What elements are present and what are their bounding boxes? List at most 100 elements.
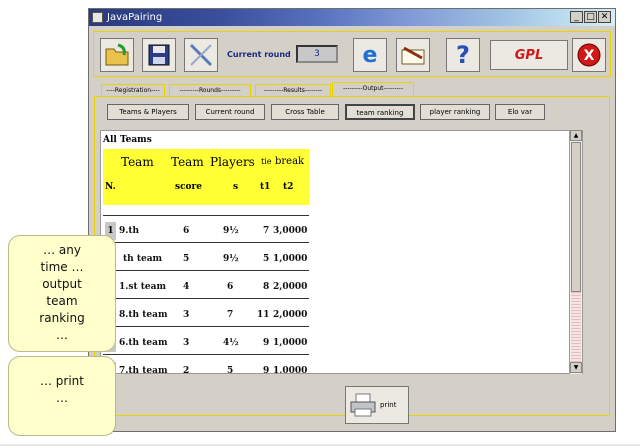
minimize-button[interactable]: _ (570, 11, 583, 23)
help-button[interactable]: ? (446, 38, 480, 72)
row-divider (103, 242, 309, 243)
scrollbar-track[interactable] (571, 292, 581, 362)
team-name: 6.th team (119, 338, 168, 348)
team-score: 4 (183, 282, 190, 292)
current-round-label: Current round (227, 50, 291, 59)
row-divider (103, 298, 309, 299)
toolbar: Current round 3 e ? GPL X (93, 31, 611, 77)
document-edit-icon (401, 46, 425, 65)
tiebreak-t1: 8 (263, 282, 270, 292)
tiebreak-t2: 3,0000 (273, 226, 308, 236)
tiebreak-t2: 1,0000 (273, 366, 308, 374)
header-break: break (275, 156, 305, 167)
callout-line: … (56, 391, 68, 405)
ranking-table-view[interactable]: All Teams Team Team Players tie break N.… (100, 130, 583, 374)
header-score: score (175, 182, 203, 192)
player-score: 5 (227, 366, 234, 374)
svg-text:X: X (584, 48, 595, 64)
ranking-callout: … any time … output team ranking … (8, 235, 116, 352)
callout-line: … print (39, 374, 84, 388)
team-ranking-button[interactable]: team ranking (345, 104, 415, 120)
callout-line: … any (43, 243, 81, 257)
tools-button[interactable] (184, 38, 218, 72)
scrollbar-thumb[interactable] (571, 142, 581, 292)
team-name: th team (123, 254, 163, 264)
edit-document-button[interactable] (396, 38, 430, 72)
app-icon (92, 12, 103, 23)
scroll-up-arrow-icon[interactable]: ▲ (570, 130, 582, 141)
exit-icon: X (577, 43, 601, 67)
internet-explorer-icon: e (362, 42, 378, 68)
exit-button[interactable]: X (572, 38, 606, 72)
team-score: 5 (183, 254, 190, 264)
row-divider (103, 326, 309, 327)
floppy-disk-icon (148, 44, 170, 66)
header-tie: tie (261, 157, 272, 166)
elo-var-button[interactable]: Elo var (495, 104, 545, 120)
vertical-scrollbar[interactable]: ▲ ▼ (569, 130, 582, 374)
tab-registration[interactable]: ----Registration---- (101, 84, 165, 96)
callout-line: team (46, 294, 78, 308)
player-score: 7 (227, 310, 234, 320)
open-folder-icon (105, 43, 129, 66)
tiebreak-t1: 9 (263, 338, 270, 348)
maximize-button[interactable]: □ (584, 11, 597, 23)
row-divider (103, 354, 309, 355)
player-score: 6 (227, 282, 234, 292)
team-score: 3 (183, 310, 190, 320)
team-score: 6 (183, 226, 190, 236)
callout-line: ranking (39, 311, 85, 325)
teams-players-button[interactable]: Teams & Players (107, 104, 189, 120)
print-button[interactable]: print (345, 386, 409, 424)
row-divider (103, 270, 309, 271)
question-mark-icon: ? (456, 41, 470, 69)
cross-table-button[interactable]: Cross Table (271, 104, 339, 120)
tiebreak-t1: 7 (263, 226, 270, 236)
table-header: Team Team Players tie break N. score s t… (103, 149, 309, 205)
printer-icon (350, 393, 376, 417)
tiebreak-t2: 2,0000 (273, 310, 308, 320)
header-n: N. (105, 182, 116, 192)
print-callout: … print … (8, 356, 116, 436)
bottom-divider (0, 444, 640, 446)
tiebreak-t1: 9 (263, 366, 270, 374)
player-score: 9½ (223, 226, 239, 236)
row-divider (103, 215, 309, 216)
tiebreak-t1: 11 (257, 310, 270, 320)
current-round-field[interactable]: 3 (296, 45, 338, 63)
close-button[interactable]: ✕ (598, 11, 611, 23)
player-ranking-button[interactable]: player ranking (420, 104, 490, 120)
tab-results[interactable]: ---------Results-------- (255, 84, 331, 96)
callout-line: time … (40, 260, 84, 274)
callout-line: output (42, 277, 82, 291)
header-team: Team (121, 155, 154, 169)
print-label: print (380, 401, 397, 409)
team-name: 7.th team (119, 366, 168, 374)
player-score: 4½ (223, 338, 239, 348)
team-name: 8.th team (119, 310, 168, 320)
header-players: Players (210, 155, 255, 169)
tiebreak-t2: 2,0000 (273, 282, 308, 292)
team-score: 3 (183, 338, 190, 348)
tab-rounds[interactable]: ---------Rounds--------- (169, 84, 251, 96)
save-button[interactable] (142, 38, 176, 72)
team-score: 2 (183, 366, 190, 374)
current-round-button[interactable]: Current round (195, 104, 265, 120)
header-t1: t1 (260, 182, 271, 192)
gpl-button[interactable]: GPL (490, 40, 568, 70)
window-title: JavaPairing (107, 12, 163, 23)
browser-button[interactable]: e (353, 38, 387, 72)
callout-line: … (56, 328, 68, 342)
tab-output[interactable]: ---------Output--------- (332, 82, 414, 97)
table-title: All Teams (103, 135, 152, 145)
tools-icon (189, 43, 213, 67)
gpl-logo: GPL (514, 47, 544, 63)
title-bar[interactable]: JavaPairing _ □ ✕ (89, 9, 615, 26)
header-team-2: Team (171, 155, 204, 169)
tiebreak-t2: 1,0000 (273, 338, 308, 348)
scroll-down-arrow-icon[interactable]: ▼ (570, 362, 582, 373)
header-s: s (233, 182, 239, 192)
player-score: 9½ (223, 254, 239, 264)
tiebreak-t1: 5 (263, 254, 270, 264)
open-folder-button[interactable] (100, 38, 134, 72)
